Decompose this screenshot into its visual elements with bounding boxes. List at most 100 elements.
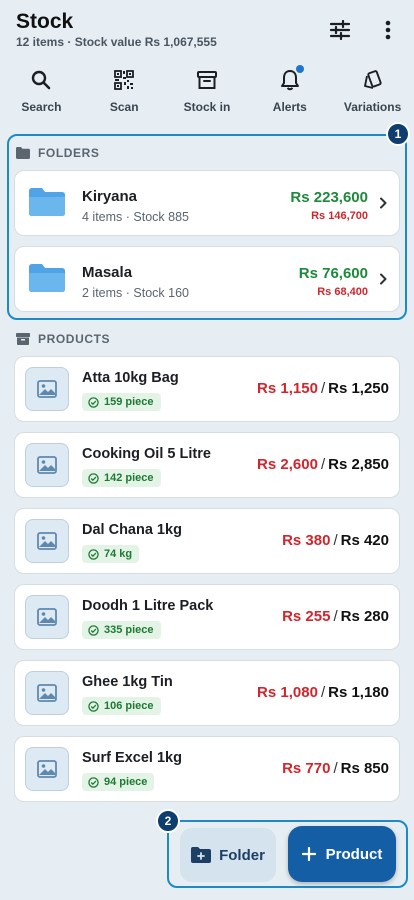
product-name: Atta 10kg Bag <box>82 370 179 386</box>
folder-icon <box>16 147 30 159</box>
archive-icon <box>196 71 217 89</box>
buy-price: Rs 1,080 <box>257 684 318 701</box>
check-circle-icon <box>88 396 99 408</box>
add-folder-button[interactable]: Folder <box>180 828 276 882</box>
page-title: Stock <box>16 10 74 33</box>
stock-quantity: 74 kg <box>104 548 133 560</box>
image-placeholder-icon <box>37 532 57 550</box>
price-separator: / <box>333 608 338 625</box>
stock-quantity: 159 piece <box>104 396 154 408</box>
price-separator: / <box>333 760 338 777</box>
product-price: Rs 255/Rs 280 <box>282 608 389 625</box>
products-section-header: PRODUCTS <box>16 332 110 346</box>
quick-action-scan[interactable]: Scan <box>83 68 166 118</box>
check-circle-icon <box>88 700 99 712</box>
stock-badge: 106 piece <box>82 697 161 715</box>
image-placeholder-icon <box>37 684 57 702</box>
buy-price: Rs 380 <box>282 532 331 549</box>
stock-quantity: 335 piece <box>104 624 154 636</box>
product-thumbnail <box>25 443 69 487</box>
stock-badge: 159 piece <box>82 393 161 411</box>
quick-action-label: Variations <box>343 100 402 114</box>
stock-quantity: 142 piece <box>104 472 154 484</box>
product-card[interactable]: Ghee 1kg Tin 106 piece Rs 1,080/Rs 1,180 <box>14 660 400 726</box>
product-name: Cooking Oil 5 Litre <box>82 446 211 462</box>
folder-cost: Rs 146,700 <box>311 210 368 222</box>
add-product-button[interactable]: Product <box>288 826 396 882</box>
product-price: Rs 1,150/Rs 1,250 <box>257 380 389 397</box>
quick-action-label: Stock in <box>183 100 231 114</box>
add-folder-label: Folder <box>219 846 265 864</box>
app-header: Stock 12 items · Stock value Rs 1,067,55… <box>0 0 414 60</box>
product-thumbnail <box>25 519 69 563</box>
folder-value: Rs 76,600 <box>298 265 368 282</box>
chevron-right-icon <box>380 197 387 209</box>
quick-action-label: Search <box>21 100 62 114</box>
product-thumbnail <box>25 671 69 715</box>
quick-action-alerts[interactable]: Alerts <box>248 65 331 118</box>
folder-card-masala[interactable]: Masala 2 items · Stock 160 Rs 76,600 Rs … <box>14 246 400 312</box>
quick-action-label: Alerts <box>272 100 307 114</box>
stock-badge: 335 piece <box>82 621 161 639</box>
folder-name: Kiryana <box>82 188 138 205</box>
more-vertical-icon <box>385 20 391 40</box>
product-name: Dal Chana 1kg <box>82 522 182 538</box>
sell-price: Rs 2,850 <box>328 456 389 473</box>
alert-dot <box>295 65 304 73</box>
product-card[interactable]: Dal Chana 1kg 74 kg Rs 380/Rs 420 <box>14 508 400 574</box>
folder-add-icon <box>191 847 212 863</box>
product-thumbnail <box>25 747 69 791</box>
plus-icon <box>301 847 316 861</box>
image-placeholder-icon <box>37 760 57 778</box>
image-placeholder-icon <box>37 380 57 398</box>
stock-quantity: 106 piece <box>104 700 154 712</box>
product-card[interactable]: Atta 10kg Bag 159 piece Rs 1,150/Rs 1,25… <box>14 356 400 422</box>
product-price: Rs 2,600/Rs 2,850 <box>257 456 389 473</box>
image-placeholder-icon <box>37 608 57 626</box>
price-separator: / <box>320 456 326 473</box>
folder-meta: 2 items · Stock 160 <box>82 286 189 300</box>
add-product-label: Product <box>325 845 383 863</box>
folder-cost: Rs 68,400 <box>317 286 368 298</box>
more-button[interactable] <box>374 16 402 44</box>
quick-action-variations[interactable]: Variations <box>331 68 414 118</box>
price-separator: / <box>333 532 338 549</box>
buy-price: Rs 770 <box>282 760 331 777</box>
buy-price: Rs 1,150 <box>257 380 318 397</box>
chevron-right-icon <box>380 273 387 285</box>
product-card[interactable]: Surf Excel 1kg 94 piece Rs 770/Rs 850 <box>14 736 400 802</box>
buy-price: Rs 255 <box>282 608 331 625</box>
sell-price: Rs 1,180 <box>328 684 389 701</box>
check-circle-icon <box>88 548 99 560</box>
buy-price: Rs 2,600 <box>257 456 318 473</box>
folders-section-label: FOLDERS <box>38 146 100 160</box>
quick-action-stock-in[interactable]: Stock in <box>166 68 249 118</box>
product-price: Rs 380/Rs 420 <box>282 532 389 549</box>
quick-action-search[interactable]: Search <box>0 68 83 118</box>
sliders-icon <box>329 20 351 40</box>
product-thumbnail <box>25 595 69 639</box>
stock-badge: 74 kg <box>82 545 140 563</box>
product-thumbnail <box>25 367 69 411</box>
qr-scan-icon <box>114 70 135 90</box>
product-card[interactable]: Doodh 1 Litre Pack 335 piece Rs 255/Rs 2… <box>14 584 400 650</box>
folder-meta: 4 items · Stock 885 <box>82 210 189 224</box>
stock-badge: 142 piece <box>82 469 161 487</box>
filter-button[interactable] <box>326 16 354 44</box>
product-name: Surf Excel 1kg <box>82 750 182 766</box>
folder-card-kiryana[interactable]: Kiryana 4 items · Stock 885 Rs 223,600 R… <box>14 170 400 236</box>
folder-icon <box>29 264 65 292</box>
product-card[interactable]: Cooking Oil 5 Litre 142 piece Rs 2,600/R… <box>14 432 400 498</box>
annotation-badge-2: 2 <box>156 809 180 833</box>
stock-badge: 94 piece <box>82 773 155 791</box>
stock-quantity: 94 piece <box>104 776 148 788</box>
product-name: Doodh 1 Litre Pack <box>82 598 214 614</box>
check-circle-icon <box>88 472 99 484</box>
products-section-label: PRODUCTS <box>38 332 111 346</box>
annotation-badge-1: 1 <box>386 122 410 146</box>
image-placeholder-icon <box>37 456 57 474</box>
price-separator: / <box>320 380 326 397</box>
quick-actions-bar: Search Scan Stock in Alerts Variations <box>0 65 414 118</box>
archive-icon <box>16 333 30 345</box>
product-price: Rs 1,080/Rs 1,180 <box>257 684 389 701</box>
